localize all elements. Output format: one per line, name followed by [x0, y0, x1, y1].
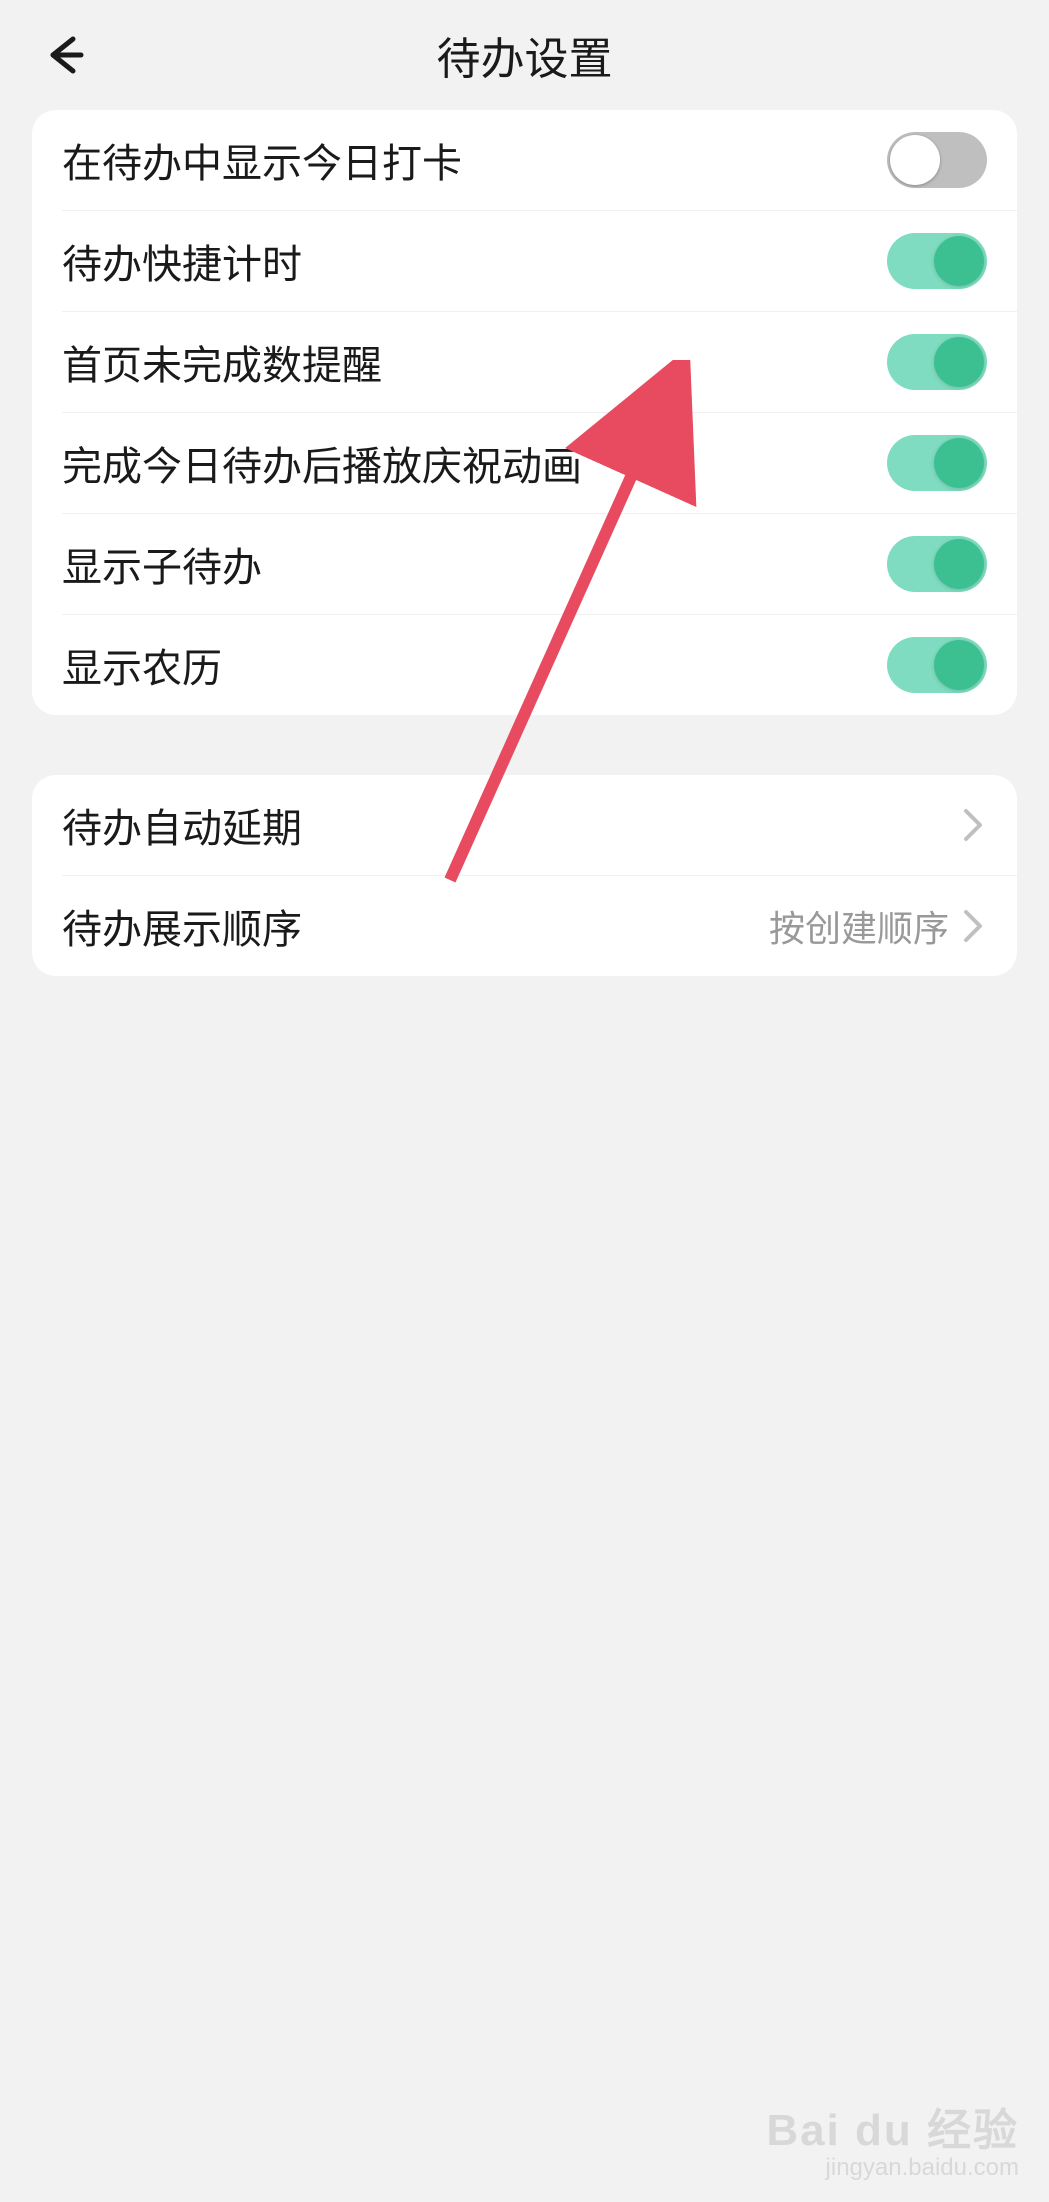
page-title: 待办设置: [437, 23, 613, 87]
toggle-show-lunar[interactable]: [887, 637, 987, 693]
row-label: 完成今日待办后播放庆祝动画: [62, 434, 582, 492]
toggle-show-subtodos[interactable]: [887, 536, 987, 592]
row-show-lunar[interactable]: 显示农历: [32, 615, 1017, 715]
row-show-today-checkin[interactable]: 在待办中显示今日打卡: [32, 110, 1017, 210]
row-right: [949, 811, 987, 839]
row-value: 按创建顺序: [769, 900, 949, 952]
switch-knob: [934, 539, 984, 589]
row-label: 待办自动延期: [62, 796, 302, 854]
switch-knob: [934, 337, 984, 387]
row-celebration-animation[interactable]: 完成今日待办后播放庆祝动画: [32, 413, 1017, 513]
chevron-right-icon: [959, 912, 987, 940]
switch-knob: [890, 135, 940, 185]
watermark: Bai du 经验 jingyan.baidu.com: [766, 2094, 1019, 2182]
row-show-subtodos[interactable]: 显示子待办: [32, 514, 1017, 614]
row-display-order[interactable]: 待办展示顺序 按创建顺序: [32, 876, 1017, 976]
header: 待办设置: [0, 0, 1049, 110]
row-label: 首页未完成数提醒: [62, 333, 382, 391]
row-label: 显示农历: [62, 636, 222, 694]
back-icon[interactable]: [40, 30, 90, 80]
switch-knob: [934, 438, 984, 488]
row-label: 待办快捷计时: [62, 232, 302, 290]
chevron-right-icon: [959, 811, 987, 839]
section-options: 待办自动延期 待办展示顺序 按创建顺序: [32, 775, 1017, 976]
row-auto-postpone[interactable]: 待办自动延期: [32, 775, 1017, 875]
toggle-quick-timer[interactable]: [887, 233, 987, 289]
toggle-show-today-checkin[interactable]: [887, 132, 987, 188]
row-label: 待办展示顺序: [62, 897, 302, 955]
section-toggles: 在待办中显示今日打卡 待办快捷计时 首页未完成数提醒 完成今日待办后播放庆祝动画…: [32, 110, 1017, 715]
row-incomplete-reminder[interactable]: 首页未完成数提醒: [32, 312, 1017, 412]
watermark-url: jingyan.baidu.com: [766, 2154, 1019, 2182]
switch-knob: [934, 236, 984, 286]
toggle-celebration-animation[interactable]: [887, 435, 987, 491]
row-label: 在待办中显示今日打卡: [62, 131, 462, 189]
switch-knob: [934, 640, 984, 690]
row-right: 按创建顺序: [769, 900, 987, 952]
toggle-incomplete-reminder[interactable]: [887, 334, 987, 390]
watermark-brand: Bai du 经验: [766, 2094, 1019, 2158]
row-quick-timer[interactable]: 待办快捷计时: [32, 211, 1017, 311]
row-label: 显示子待办: [62, 535, 262, 593]
